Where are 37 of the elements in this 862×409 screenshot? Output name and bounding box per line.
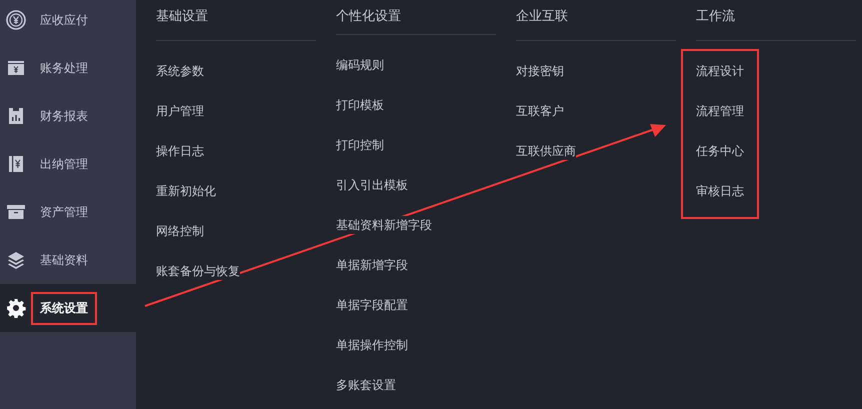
sidebar-item[interactable]: 基础资料: [0, 236, 136, 284]
menu-item[interactable]: 单据新增字段: [336, 256, 408, 274]
menu-item[interactable]: 操作日志: [156, 142, 204, 160]
menu-item[interactable]: 单据字段配置: [336, 296, 408, 314]
menu-item[interactable]: 系统参数: [156, 62, 204, 80]
sidebar-item[interactable]: 资产管理: [0, 188, 136, 236]
settings-icon: [6, 298, 26, 318]
menu-item[interactable]: 编码规则: [336, 56, 384, 74]
menu-item[interactable]: 账套备份与恢复: [156, 262, 240, 280]
archive-box-icon: [6, 202, 26, 222]
menu-item[interactable]: 单据操作控制: [336, 336, 408, 354]
menu-item[interactable]: 打印模板: [336, 96, 384, 114]
menu-item[interactable]: 互联供应商: [516, 142, 576, 160]
layers-icon: [6, 250, 26, 270]
sidebar-item[interactable]: 财务报表: [0, 92, 136, 140]
yen-coin-icon: [6, 10, 26, 30]
yen-book-icon: [6, 154, 26, 174]
sidebar-item[interactable]: 出纳管理: [0, 140, 136, 188]
column-title: 基础设置: [156, 0, 316, 41]
menu-item[interactable]: 基础资料新增字段: [336, 216, 432, 234]
menu-item[interactable]: 重新初始化: [156, 182, 216, 200]
menu-item[interactable]: 对接密钥: [516, 62, 564, 80]
menu-item[interactable]: 打印控制: [336, 136, 384, 154]
sidebar-item[interactable]: 应收应付: [0, 0, 136, 44]
menu-item[interactable]: 多账套设置: [336, 376, 396, 394]
menu-item[interactable]: 网络控制: [156, 222, 204, 240]
bar-chart-document-icon: [6, 106, 26, 126]
menu-item[interactable]: 审核日志: [696, 182, 744, 200]
menu-item[interactable]: 引入引出模板: [336, 176, 408, 194]
sidebar-item[interactable]: 系统设置: [0, 284, 136, 332]
column-title: 企业互联: [516, 0, 676, 41]
menu-item[interactable]: 任务中心: [696, 142, 744, 160]
menu-item[interactable]: 互联客户: [516, 102, 564, 120]
sidebar-item[interactable]: 账务处理: [0, 44, 136, 92]
column-title: 工作流: [696, 0, 856, 41]
column-title: 个性化设置: [336, 0, 496, 35]
yen-tray-icon: [6, 58, 26, 78]
